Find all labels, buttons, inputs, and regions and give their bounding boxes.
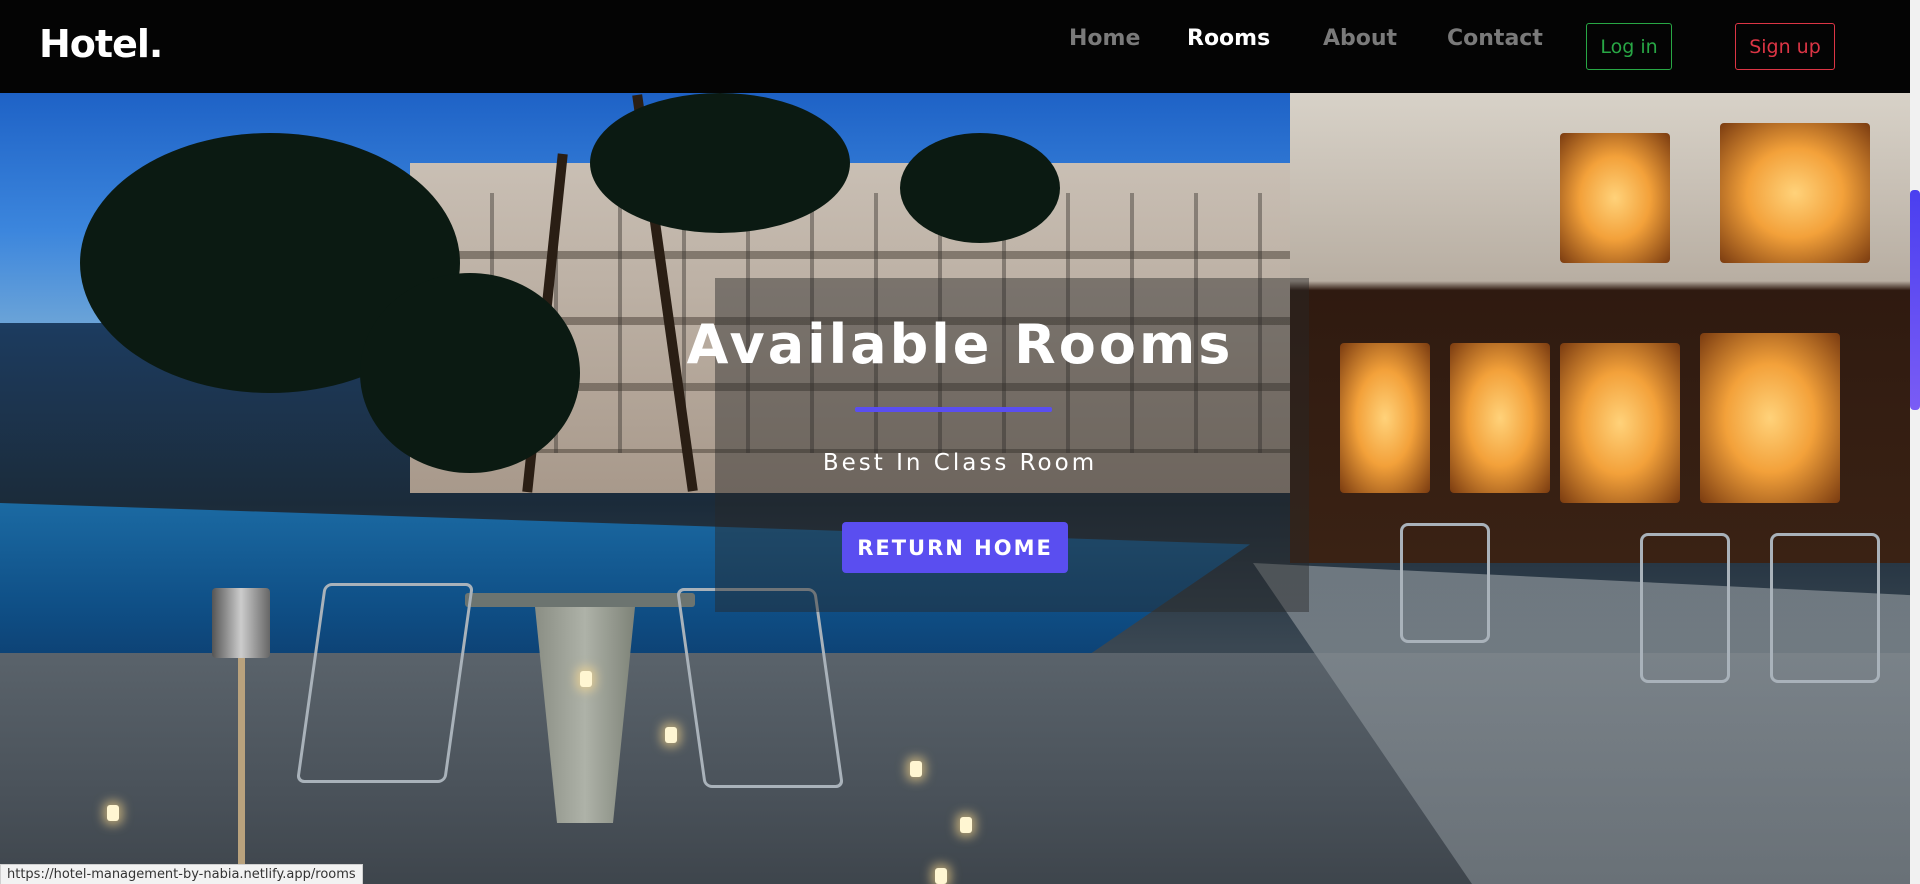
hero-section — [0, 93, 1910, 884]
brand-logo[interactable]: Hotel. — [39, 22, 163, 66]
title-underline — [855, 407, 1052, 412]
login-button[interactable]: Log in — [1586, 23, 1672, 70]
return-home-button[interactable]: RETURN HOME — [842, 522, 1068, 573]
nav-link-about[interactable]: About — [1323, 26, 1397, 51]
scrollbar-track[interactable] — [1910, 0, 1920, 884]
scrollbar-thumb[interactable] — [1910, 190, 1920, 410]
nav-link-rooms[interactable]: Rooms — [1187, 26, 1270, 51]
hero-subtitle: Best In Class Room — [822, 450, 1098, 476]
nav-link-home[interactable]: Home — [1069, 26, 1140, 51]
navbar: Hotel. Home Rooms About Contact Log in S… — [0, 0, 1910, 93]
nav-link-contact[interactable]: Contact — [1447, 26, 1543, 51]
signup-button[interactable]: Sign up — [1735, 23, 1835, 70]
status-bar-url: https://hotel-management-by-nabia.netlif… — [0, 864, 363, 884]
page-title: Available Rooms — [686, 313, 1234, 376]
